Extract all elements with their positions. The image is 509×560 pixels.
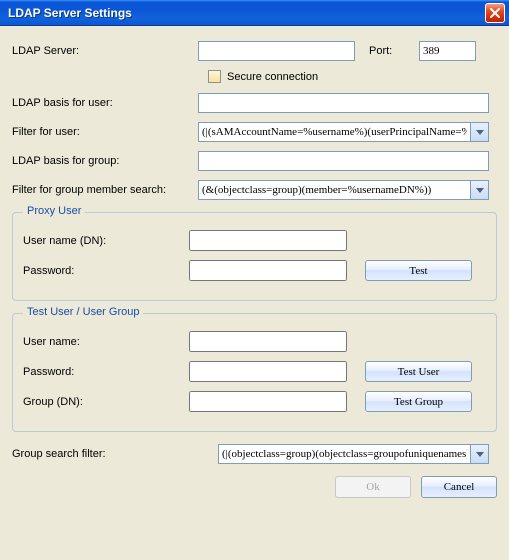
test-username-label: User name:: [23, 336, 189, 348]
cancel-button[interactable]: Cancel: [421, 476, 497, 498]
group-search-filter-combo[interactable]: [218, 444, 471, 464]
ldap-server-label: LDAP Server:: [12, 45, 198, 57]
test-user-fieldset: Test User / User Group User name: Passwo…: [12, 313, 497, 432]
title-bar: LDAP Server Settings: [0, 0, 509, 26]
ok-button[interactable]: Ok: [335, 476, 411, 498]
ldap-basis-user-input[interactable]: [198, 93, 489, 113]
chevron-down-icon: [476, 130, 484, 135]
close-icon: [490, 8, 500, 18]
port-label: Port:: [369, 45, 419, 57]
proxy-username-label: User name (DN):: [23, 235, 189, 247]
port-input[interactable]: [419, 41, 476, 61]
filter-user-dropdown-button[interactable]: [471, 122, 489, 142]
filter-user-combo[interactable]: [198, 122, 471, 142]
dialog-body: LDAP Server: Port: Secure connection LDA…: [0, 26, 509, 508]
proxy-user-legend: Proxy User: [23, 205, 85, 217]
proxy-password-label: Password:: [23, 265, 189, 277]
filter-group-member-combo[interactable]: [198, 180, 471, 200]
ldap-server-input[interactable]: [198, 41, 355, 61]
test-username-input[interactable]: [189, 331, 347, 352]
test-password-label: Password:: [23, 366, 189, 378]
window-title: LDAP Server Settings: [8, 6, 132, 20]
group-search-filter-dropdown-button[interactable]: [471, 444, 489, 464]
group-search-filter-label: Group search filter:: [12, 448, 218, 460]
test-group-button[interactable]: Test Group: [365, 391, 472, 412]
test-password-input[interactable]: [189, 361, 347, 382]
test-group-label: Group (DN):: [23, 396, 189, 408]
ldap-basis-group-input[interactable]: [198, 151, 489, 171]
chevron-down-icon: [476, 188, 484, 193]
proxy-user-fieldset: Proxy User User name (DN): Password: Tes…: [12, 212, 497, 301]
secure-connection-label: Secure connection: [227, 71, 318, 83]
close-button[interactable]: [485, 3, 505, 23]
ldap-basis-user-label: LDAP basis for user:: [12, 97, 198, 109]
chevron-down-icon: [476, 452, 484, 457]
ldap-basis-group-label: LDAP basis for group:: [12, 155, 198, 167]
filter-group-member-label: Filter for group member search:: [12, 184, 198, 196]
filter-user-label: Filter for user:: [12, 126, 198, 138]
proxy-password-input[interactable]: [189, 260, 347, 281]
test-user-legend: Test User / User Group: [23, 306, 143, 318]
secure-connection-checkbox[interactable]: [208, 70, 221, 83]
test-group-input[interactable]: [189, 391, 347, 412]
proxy-username-input[interactable]: [189, 230, 347, 251]
test-user-button[interactable]: Test User: [365, 361, 472, 382]
filter-group-member-dropdown-button[interactable]: [471, 180, 489, 200]
proxy-test-button[interactable]: Test: [365, 260, 472, 281]
